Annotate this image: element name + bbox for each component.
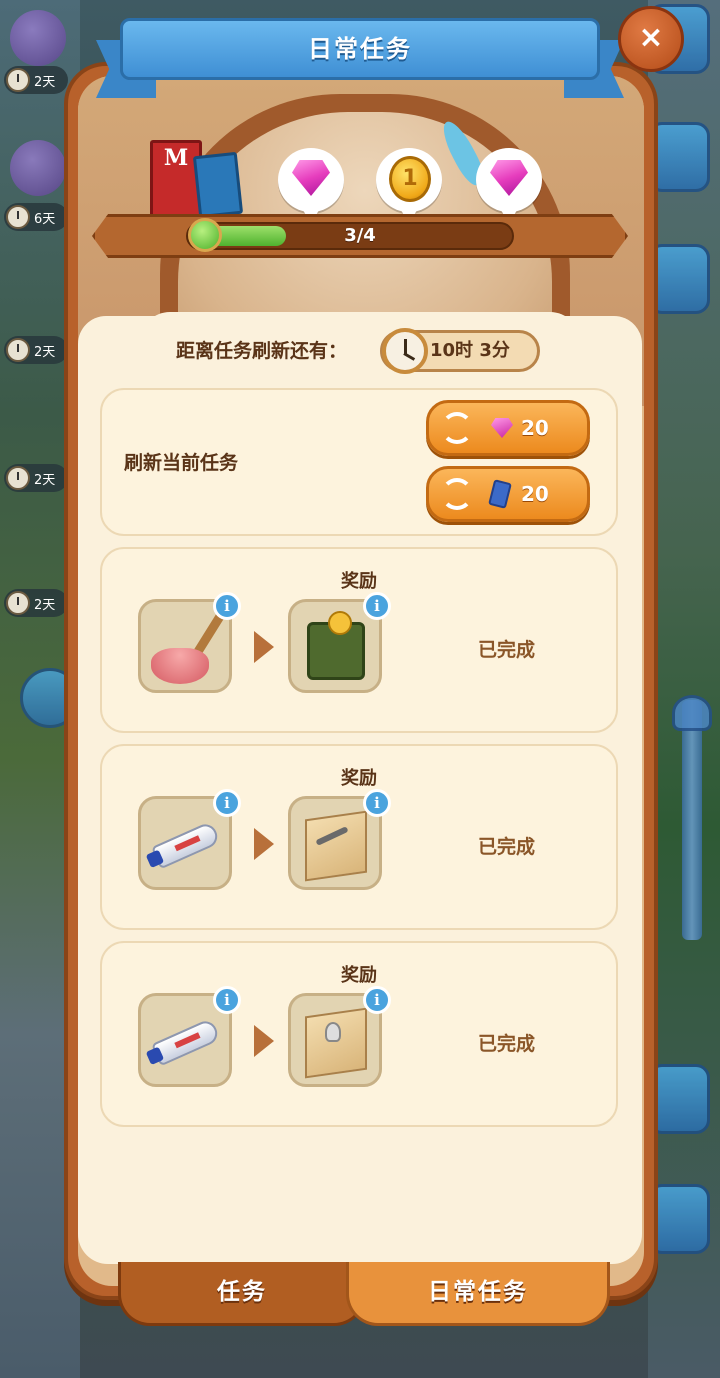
reward-label: 奖励 bbox=[341, 571, 377, 592]
tab-tasks[interactable]: 任务 bbox=[118, 1262, 366, 1326]
reward-label: 奖励 bbox=[341, 965, 377, 986]
lamp-head bbox=[672, 695, 712, 731]
progress-text: 3/4 bbox=[344, 225, 376, 246]
gem-icon bbox=[292, 160, 330, 196]
info-icon[interactable]: i bbox=[213, 986, 241, 1014]
refresh-timer-value: 10时 3分 bbox=[430, 340, 510, 361]
info-icon[interactable]: i bbox=[213, 789, 241, 817]
refresh-tasks-label: 刷新当前任务 bbox=[124, 452, 239, 474]
side-timer-text: 2天 bbox=[34, 597, 56, 613]
card-cost: 20 bbox=[521, 482, 549, 506]
toothpaste-tube-icon bbox=[150, 1017, 222, 1067]
task-status: 已完成 bbox=[478, 1033, 536, 1055]
arrow-right-icon bbox=[254, 828, 274, 860]
side-timer: 2天 bbox=[4, 464, 68, 492]
task-card: 奖励 i i 已完成 bbox=[100, 744, 618, 930]
refresh-with-gems-button[interactable]: 20 bbox=[426, 400, 590, 456]
dialog-title: 日常任务 bbox=[308, 35, 412, 63]
bulb-icon bbox=[325, 1022, 341, 1042]
task-status: 已完成 bbox=[478, 639, 536, 661]
info-icon[interactable]: i bbox=[363, 592, 391, 620]
task-item-slot[interactable]: i bbox=[138, 592, 241, 693]
reward-item-slot[interactable]: i bbox=[288, 592, 391, 693]
tab-daily-tasks[interactable]: 日常任务 bbox=[346, 1262, 610, 1326]
bulb-crate-icon bbox=[305, 1007, 367, 1079]
lamp-post bbox=[682, 700, 702, 940]
side-timer: 6天 bbox=[4, 203, 68, 231]
reward-item-slot[interactable]: i bbox=[288, 789, 391, 890]
toothpaste-tube-icon bbox=[150, 820, 222, 870]
clock-icon bbox=[6, 466, 30, 490]
coin-icon: 1 bbox=[389, 156, 431, 202]
reward-bubble-gem-1[interactable] bbox=[278, 148, 344, 224]
side-timer: 2天 bbox=[4, 589, 68, 617]
refresh-icon bbox=[441, 412, 473, 444]
side-timer-text: 6天 bbox=[34, 211, 56, 227]
arrow-right-icon bbox=[254, 1025, 274, 1057]
info-icon[interactable]: i bbox=[363, 986, 391, 1014]
refresh-icon bbox=[441, 478, 473, 510]
close-button[interactable]: × bbox=[618, 6, 684, 72]
info-icon[interactable]: i bbox=[213, 592, 241, 620]
blue-book-icon bbox=[192, 151, 244, 219]
coin-box-icon bbox=[307, 611, 365, 680]
side-timer: 2天 bbox=[4, 66, 68, 94]
arrow-right-icon bbox=[254, 631, 274, 663]
card-icon bbox=[488, 479, 512, 509]
gem-cost: 20 bbox=[521, 416, 549, 440]
refresh-timer-label: 距离任务刷新还有： bbox=[176, 340, 348, 362]
task-item-slot[interactable]: i bbox=[138, 986, 241, 1087]
tab-bar: 任务 日常任务 bbox=[110, 1262, 610, 1328]
side-timer-text: 2天 bbox=[34, 74, 56, 90]
side-timer-text: 2天 bbox=[34, 344, 56, 360]
reward-bubble-coin[interactable]: 1 bbox=[376, 148, 442, 224]
side-event-icon[interactable] bbox=[10, 10, 66, 66]
side-timer-text: 2天 bbox=[34, 472, 56, 488]
clock-icon bbox=[6, 205, 30, 229]
background-scene-right bbox=[648, 0, 720, 1378]
task-item-slot[interactable]: i bbox=[138, 789, 241, 890]
reward-label: 奖励 bbox=[341, 768, 377, 789]
task-card: 奖励 i i 已完成 bbox=[100, 547, 618, 733]
task-status: 已完成 bbox=[478, 836, 536, 858]
plunger-cup bbox=[151, 648, 209, 684]
refresh-tasks-card: 刷新当前任务 20 20 bbox=[100, 388, 618, 536]
reward-bubble-gem-2[interactable] bbox=[476, 148, 542, 224]
info-icon[interactable]: i bbox=[363, 789, 391, 817]
wrench-crate-icon bbox=[305, 810, 367, 882]
clock-icon bbox=[382, 328, 428, 374]
clock-icon bbox=[6, 338, 30, 362]
book-letter: M bbox=[163, 145, 189, 171]
side-timer: 2天 bbox=[4, 336, 68, 364]
gem-icon bbox=[491, 418, 513, 438]
side-event-icon[interactable] bbox=[10, 140, 66, 196]
red-book-icon: M bbox=[150, 140, 202, 218]
clock-icon bbox=[6, 591, 30, 615]
coin-symbol: 1 bbox=[402, 166, 418, 191]
clock-icon bbox=[6, 68, 30, 92]
gem-icon bbox=[490, 160, 528, 196]
task-card: 奖励 i i 已完成 bbox=[100, 941, 618, 1127]
refresh-with-card-button[interactable]: 20 bbox=[426, 466, 590, 522]
reward-item-slot[interactable]: i bbox=[288, 986, 391, 1087]
